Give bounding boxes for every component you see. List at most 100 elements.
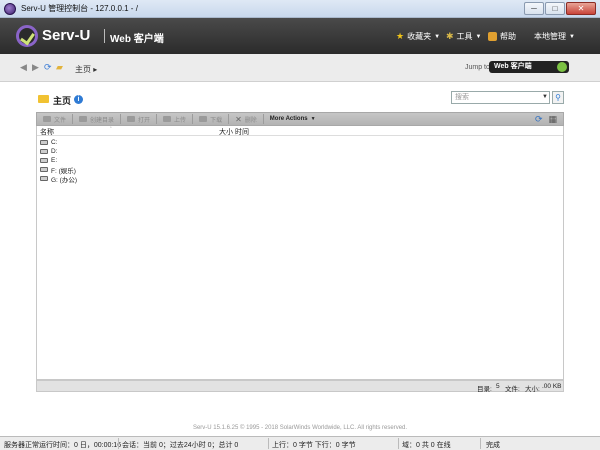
local-admin-menu[interactable]: 本地管理 ▼ (534, 31, 575, 42)
tools-label: 工具 (456, 32, 473, 41)
open-label: 打开 (138, 117, 151, 124)
open-button[interactable]: 打开 (127, 115, 150, 124)
forward-icon[interactable]: ▶ (32, 63, 41, 72)
toolbar-divider (120, 114, 122, 124)
window-title-bar: Serv-U 管理控制台 - 127.0.0.1 - / ─ □ ✕ (0, 0, 600, 18)
chevron-down-icon: ▼ (310, 116, 316, 122)
size-label: 大小: (525, 386, 540, 393)
app-icon (4, 2, 16, 15)
refresh-icon[interactable]: ⟳ (44, 63, 53, 72)
status-divider (118, 438, 119, 449)
uptime-status: 服务器正常运行时间：0 日，00:00:16 (4, 442, 122, 449)
help-menu[interactable]: 帮助 (488, 31, 516, 42)
list-item[interactable]: G: (办公) (40, 174, 77, 184)
favorites-label: 收藏夹 (407, 32, 432, 41)
more-actions-label: More Actions (269, 116, 308, 122)
sessions-status: 会话：当前 0；过去24小时 0；总计 0 (122, 442, 239, 449)
search-button[interactable]: ⚲ (552, 91, 564, 104)
new-folder-icon (79, 116, 88, 122)
toolbar-divider (262, 114, 264, 124)
delete-label: 删除 (244, 117, 257, 124)
help-label: 帮助 (500, 32, 516, 41)
drive-label: D: (51, 148, 58, 155)
more-actions-button[interactable]: More Actions ▼ (270, 116, 316, 122)
close-button[interactable]: ✕ (566, 2, 596, 15)
go-icon[interactable] (557, 62, 567, 72)
download-icon (199, 116, 208, 122)
search-icon: ⚲ (555, 93, 561, 102)
grid-view-icon[interactable]: ▦ (548, 114, 557, 125)
upload-button[interactable]: 上传 (163, 115, 186, 124)
list-item[interactable]: C: (40, 138, 77, 147)
info-icon[interactable]: i (74, 95, 83, 104)
minimize-button[interactable]: ─ (524, 2, 544, 15)
column-size[interactable]: 大小 (219, 127, 233, 137)
navigation-bar: ◀ ▶ ⟳ ▰ 主页 ▸ Jump to: Web 客户端 (0, 54, 600, 82)
jump-to-select[interactable]: Web 客户端 (489, 61, 569, 73)
transfer-status: 上行：0 字节 下行：0 字节 (272, 442, 356, 449)
new-file-button[interactable]: 文件 (43, 115, 66, 124)
dirs-value: 5 (496, 383, 500, 390)
status-divider (480, 438, 481, 449)
download-button[interactable]: 下载 (199, 115, 222, 124)
upload-icon (163, 116, 172, 122)
list-status: 目录: 5 文件: 大小: .00 KB (36, 380, 564, 393)
servu-logo-icon (16, 25, 38, 47)
folder-icon[interactable]: ▰ (56, 63, 65, 72)
page-title: 主页 (53, 96, 72, 106)
breadcrumb[interactable]: 主页 ▸ (75, 64, 97, 75)
list-item[interactable]: D: (40, 147, 77, 156)
upload-label: 上传 (174, 117, 187, 124)
file-icon (43, 116, 51, 122)
header-subtitle: Web 客户端 (110, 34, 164, 45)
new-folder-button[interactable]: 创建目录 (79, 115, 114, 124)
maximize-button[interactable]: □ (545, 2, 565, 15)
chevron-down-icon: ▼ (569, 33, 575, 40)
status-divider (268, 438, 269, 449)
logo-text: Serv-U (42, 27, 91, 44)
status-divider (398, 438, 399, 449)
dirs-label: 目录: (477, 386, 492, 393)
drive-label: C: (51, 139, 58, 146)
back-icon[interactable]: ◀ (20, 63, 29, 72)
tools-menu[interactable]: ✱ 工具 ▼ (446, 31, 482, 42)
tools-icon: ✱ (446, 31, 454, 41)
drive-label: E: (51, 157, 58, 164)
file-toolbar: 文件 创建目录 打开 上传 下载 ✕ 删除 More Actions ▼ ⟳ ▦ (36, 112, 564, 126)
jump-to-value: Web 客户端 (494, 63, 532, 70)
column-name[interactable]: 名称 (40, 127, 54, 137)
copyright-footer: Serv-U 15.1.6.25 © 1995 - 2018 SolarWind… (192, 425, 408, 431)
star-icon: ★ (396, 31, 405, 41)
window-title: Serv-U 管理控制台 - 127.0.0.1 - / (21, 4, 138, 13)
toolbar-divider (156, 114, 158, 124)
search-input[interactable]: 搜索 (451, 91, 550, 104)
state-status: 完成 (486, 442, 500, 449)
column-time[interactable]: 时间 (235, 127, 249, 137)
sort-icon: ˆ (110, 127, 112, 133)
files-label: 文件: (505, 386, 520, 393)
favorites-menu[interactable]: ★ 收藏夹 ▼ (396, 31, 440, 42)
chevron-down-icon: ▼ (475, 33, 482, 40)
drive-icon (40, 158, 48, 163)
jump-to-label: Jump to: (465, 64, 492, 71)
size-value: .00 KB (542, 383, 562, 390)
file-list: 名称 ˆ 大小 时间 C: D: E: F: (娱乐) G: (办公) (36, 126, 564, 380)
local-admin-label: 本地管理 (534, 32, 566, 41)
drive-icon (40, 149, 48, 154)
search-dropdown-icon[interactable]: ▼ (541, 92, 549, 103)
header-divider (104, 29, 105, 43)
main-content: 主页 i 搜索 ▼ ⚲ 文件 创建目录 打开 上传 下载 ✕ 删除 More Ac… (36, 90, 564, 393)
open-folder-icon (127, 116, 136, 122)
toolbar-divider (228, 114, 230, 124)
status-bar: 服务器正常运行时间：0 日，00:00:16 会话：当前 0；过去24小时 0；… (0, 436, 600, 450)
delete-button[interactable]: ✕ 删除 (235, 115, 257, 124)
delete-icon: ✕ (235, 114, 242, 124)
new-folder-label: 创建目录 (90, 117, 115, 124)
new-file-label: 文件 (54, 117, 67, 124)
breadcrumb-home[interactable]: 主页 (75, 65, 91, 74)
toolbar-divider (72, 114, 74, 124)
toolbar-divider (192, 114, 194, 124)
chevron-down-icon: ▼ (434, 33, 441, 40)
download-label: 下载 (210, 117, 223, 124)
refresh-icon[interactable]: ⟳ (535, 114, 543, 125)
